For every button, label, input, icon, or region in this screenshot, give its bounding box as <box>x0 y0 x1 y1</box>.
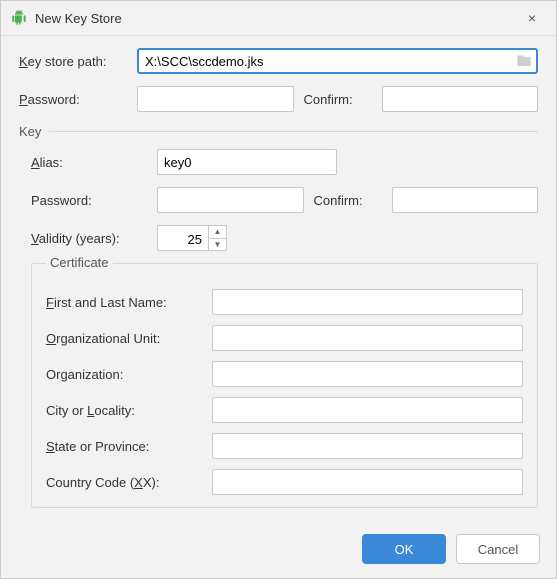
cert-state-label: State or Province: <box>46 439 204 454</box>
key-confirm-label: Confirm: <box>314 193 382 208</box>
titlebar: New Key Store × <box>1 1 556 36</box>
cert-organization-row: Organization: <box>46 361 523 387</box>
folder-icon[interactable] <box>516 53 532 70</box>
keystore-confirm-input[interactable] <box>382 86 539 112</box>
button-bar: OK Cancel <box>1 524 556 578</box>
key-password-row: Password: Confirm: <box>31 187 538 213</box>
dialog-window: New Key Store × Key store path: Password… <box>0 0 557 579</box>
cert-state-row: State or Province: <box>46 433 523 459</box>
cert-country-row: Country Code (XX): <box>46 469 523 495</box>
cert-organization-label: Organization: <box>46 367 204 382</box>
spinner-up[interactable]: ▲ <box>209 226 226 239</box>
cert-country-input[interactable] <box>212 469 523 495</box>
validity-input[interactable] <box>158 226 208 251</box>
cert-orgunit-input[interactable] <box>212 325 523 351</box>
cert-orgunit-row: Organizational Unit: <box>46 325 523 351</box>
keystore-path-row: Key store path: <box>19 48 538 74</box>
key-confirm-input[interactable] <box>392 187 539 213</box>
validity-label: Validity (years): <box>31 231 149 246</box>
certificate-legend: Certificate <box>46 255 113 270</box>
cert-firstlast-input[interactable] <box>212 289 523 315</box>
keystore-password-input[interactable] <box>137 86 294 112</box>
validity-row: Validity (years): ▲ ▼ <box>31 225 538 251</box>
spinner-down[interactable]: ▼ <box>209 239 226 251</box>
key-password-input[interactable] <box>157 187 304 213</box>
alias-row: Alias: <box>31 149 538 175</box>
keystore-confirm-label: Confirm: <box>304 92 372 107</box>
cert-country-label: Country Code (XX): <box>46 475 204 490</box>
android-icon <box>11 10 27 26</box>
alias-input[interactable] <box>157 149 337 175</box>
key-section-header: Key <box>19 124 538 139</box>
ok-button[interactable]: OK <box>362 534 446 564</box>
close-icon: × <box>528 10 536 26</box>
alias-label: Alias: <box>31 155 149 170</box>
cert-state-input[interactable] <box>212 433 523 459</box>
keystore-path-input[interactable] <box>137 48 538 74</box>
divider <box>49 131 538 132</box>
certificate-fieldset: Certificate First and Last Name: Organiz… <box>31 263 538 508</box>
cert-orgunit-label: Organizational Unit: <box>46 331 204 346</box>
window-title: New Key Store <box>35 11 518 26</box>
cert-city-label: City or Locality: <box>46 403 204 418</box>
cert-firstlast-row: First and Last Name: <box>46 289 523 315</box>
cancel-button[interactable]: Cancel <box>456 534 540 564</box>
keystore-path-label: Key store path: <box>19 54 129 69</box>
keystore-password-row: Password: Confirm: <box>19 86 538 112</box>
cert-organization-input[interactable] <box>212 361 523 387</box>
close-button[interactable]: × <box>518 7 546 29</box>
key-section-title: Key <box>19 124 41 139</box>
cert-city-row: City or Locality: <box>46 397 523 423</box>
key-section: Alias: Password: Confirm: Validity (year… <box>19 149 538 508</box>
cert-city-input[interactable] <box>212 397 523 423</box>
keystore-password-label: Password: <box>19 92 129 107</box>
content-area: Key store path: Password: Confirm: Key A <box>1 36 556 524</box>
validity-spinner[interactable]: ▲ ▼ <box>157 225 227 251</box>
key-password-label: Password: <box>31 193 149 208</box>
cert-firstlast-label: First and Last Name: <box>46 295 204 310</box>
keystore-path-field-wrap <box>137 48 538 74</box>
spinner-buttons: ▲ ▼ <box>208 226 226 250</box>
